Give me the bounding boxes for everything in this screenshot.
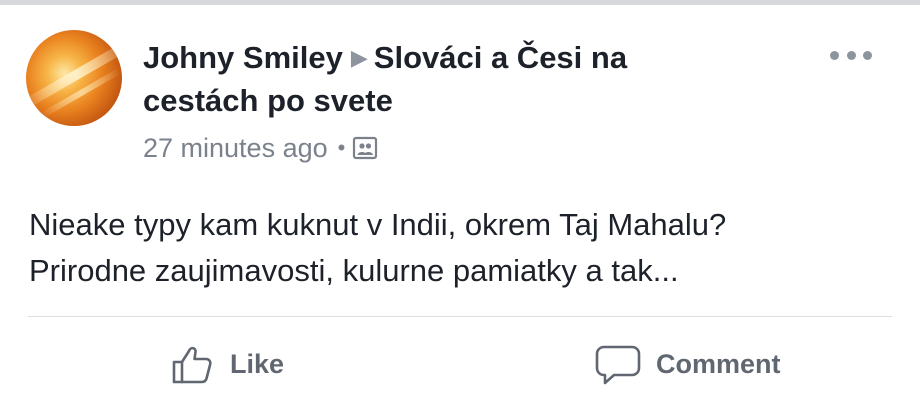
facebook-post-card: Johny Smiley ▶ Slováci a Česi na cestách p…: [0, 0, 920, 414]
group-audience-icon-svg: [353, 136, 378, 160]
more-dot: [863, 50, 872, 60]
timestamp[interactable]: 27 minutes ago: [143, 133, 328, 164]
comment-button[interactable]: Comment: [594, 338, 781, 390]
top-border: [0, 0, 920, 5]
group-name-line2[interactable]: cestách po svete: [143, 83, 393, 118]
actions-divider: [28, 316, 892, 317]
like-label: Like: [230, 348, 285, 379]
author-name[interactable]: Johny Smiley: [143, 40, 343, 75]
post-body: Nieake typy kam kuknut v Indii, okrem Ta…: [29, 202, 899, 294]
post-meta: 27 minutes ago •: [143, 130, 378, 166]
more-dot: [830, 50, 839, 60]
more-options-button[interactable]: [826, 40, 876, 70]
comment-bubble-icon: [595, 345, 641, 385]
post-header: Johny Smiley ▶ Slováci a Česi na cestách p…: [143, 36, 783, 122]
group-name-line1[interactable]: Slováci a Česi na: [374, 40, 627, 75]
like-button[interactable]: Like: [170, 338, 284, 390]
thumbs-up-icon: [172, 346, 212, 384]
arrow-right-icon: ▶: [350, 45, 368, 70]
more-dot: [846, 50, 856, 60]
post-text-line2: Prirodne zaujimavosti, kulurne pamiatky …: [29, 253, 679, 288]
group-audience-icon[interactable]: [352, 135, 378, 161]
post-text-line1: Nieake typy kam kuknut v Indii, okrem Ta…: [29, 207, 727, 242]
meta-separator: •: [337, 135, 346, 160]
comment-label: Comment: [656, 348, 781, 379]
avatar[interactable]: [26, 30, 122, 126]
